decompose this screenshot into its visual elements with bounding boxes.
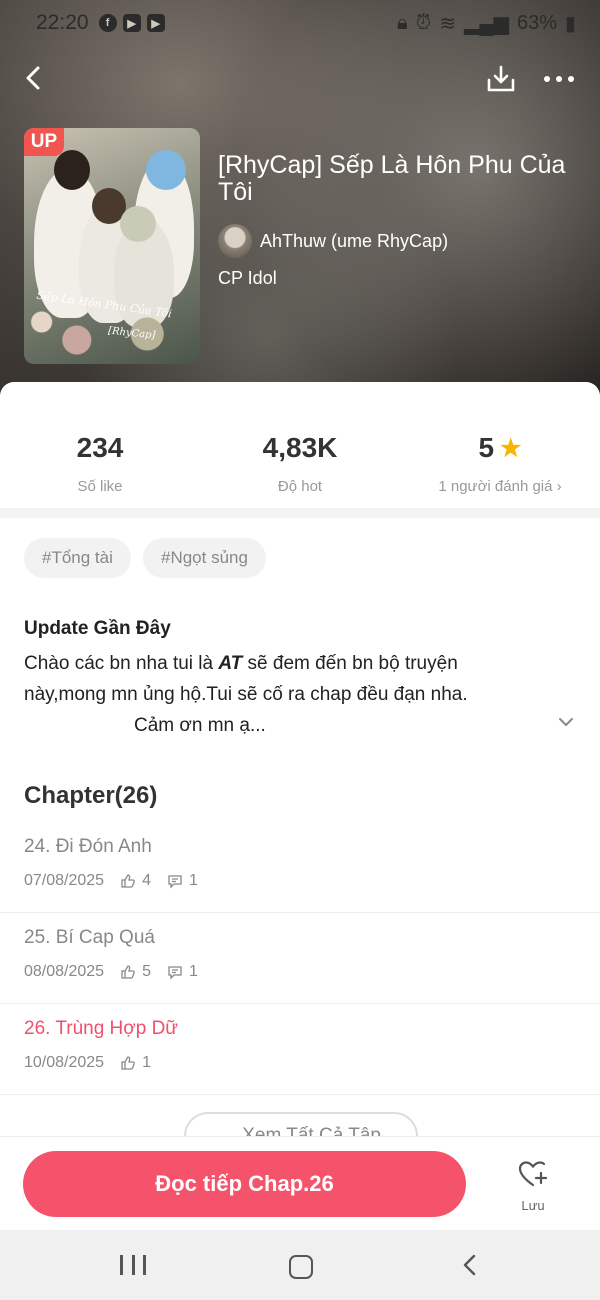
- status-time: 22:20: [36, 11, 89, 34]
- chapters-header: Chapter(26): [24, 782, 158, 809]
- tag-chip[interactable]: #Tổng tài: [24, 538, 131, 578]
- book-cover: Sếp Là Hôn Phu Của Tôi [RhyCap]: [24, 128, 200, 364]
- comment-icon: [168, 875, 182, 889]
- update-title: Update Gần Đây: [24, 618, 171, 639]
- back-icon: [463, 1254, 476, 1276]
- detail-sheet: 234 Số like 4,83K Độ hot 5 ★ 1 người đánh…: [0, 382, 600, 1230]
- update-description: Chào các bn nha tui là AT sẽ đem đến bn …: [24, 653, 468, 736]
- hot-value: 4,83K: [262, 432, 338, 463]
- system-nav-bar: [0, 1230, 600, 1300]
- update-badge: UP: [24, 128, 64, 156]
- status-bar: 22:20 f ▶ ▶ 🔒︎ ⏰︎ ≋ ▂▄▆ 63% ▮: [36, 8, 576, 38]
- book-title: [RhyCap] Sếp Là Hôn Phu Của Tôi: [218, 151, 566, 206]
- category-label[interactable]: CP Idol: [218, 268, 277, 289]
- chapter-row-current[interactable]: 26. Trùng Hợp Dữ 10/08/2025 1: [0, 1004, 600, 1095]
- chapter-date: 08/08/2025: [24, 963, 105, 980]
- comment-icon: [168, 966, 182, 980]
- chapter-title: 25. Bí Cap Quá: [24, 927, 155, 948]
- like-count: 5: [142, 963, 151, 980]
- home-button[interactable]: [289, 1255, 313, 1279]
- battery-icon: ▮: [564, 12, 576, 35]
- comment-count: 1: [188, 872, 198, 889]
- author-name: AhThuw (ume RhyCap): [260, 230, 449, 251]
- save-label: Lưu: [521, 1198, 545, 1213]
- top-nav: [0, 58, 600, 98]
- author-link[interactable]: AhThuw (ume RhyCap): [218, 224, 448, 258]
- chapter-row[interactable]: 24. Đi Đón Anh 07/08/2025 4 1: [0, 822, 600, 913]
- star-icon: ★: [500, 434, 522, 462]
- thumbs-up-icon: [121, 874, 135, 888]
- system-back-button[interactable]: [458, 1252, 482, 1278]
- likes-stat: 234 Số like: [0, 432, 200, 495]
- header-background: 22:20 f ▶ ▶ 🔒︎ ⏰︎ ≋ ▂▄▆ 63% ▮ Sếp Là Hôn…: [0, 0, 600, 420]
- thumbs-up-icon: [121, 1056, 135, 1070]
- continue-reading-button[interactable]: Đọc tiếp Chap.26: [23, 1151, 466, 1217]
- chapter-row[interactable]: 25. Bí Cap Quá 08/08/2025 5 1: [0, 913, 600, 1004]
- signal-icon: ▂▄▆: [464, 12, 509, 35]
- heart-plus-icon: [518, 1161, 548, 1187]
- rating-label: 1 người đánh giá: [438, 478, 553, 495]
- chevron-down-icon: [559, 718, 573, 726]
- save-button[interactable]: Lưu: [510, 1159, 556, 1215]
- bottom-action-bar: Đọc tiếp Chap.26 Lưu: [0, 1136, 600, 1231]
- rating-stat[interactable]: 5 ★ 1 người đánh giá ›: [400, 432, 600, 495]
- facebook-icon: f: [98, 14, 117, 32]
- more-button[interactable]: [542, 62, 576, 96]
- chapter-title: 26. Trùng Hợp Dữ: [24, 1018, 179, 1039]
- hot-label: Độ hot: [277, 478, 323, 495]
- recents-button[interactable]: [120, 1255, 146, 1275]
- alarm-icon: ⏰︎: [415, 11, 432, 34]
- youtube-icon: ▶: [122, 14, 141, 32]
- download-icon: [487, 65, 515, 92]
- youtube-icon: ▶: [146, 14, 165, 32]
- lock-icon: 🔒︎: [397, 11, 408, 34]
- likes-value: 234: [76, 432, 124, 463]
- more-options-icon: [544, 76, 574, 82]
- chapter-date: 07/08/2025: [24, 872, 105, 889]
- rating-value: 5: [478, 432, 495, 463]
- like-count: 4: [142, 872, 151, 889]
- thumbs-up-icon: [121, 965, 135, 979]
- likes-label: Số like: [77, 478, 123, 495]
- back-button[interactable]: [20, 62, 52, 94]
- expand-button[interactable]: [554, 712, 578, 736]
- tag-chip[interactable]: #Ngọt sủng: [143, 538, 266, 578]
- chevron-right-icon: ›: [556, 478, 562, 495]
- chapter-date: 10/08/2025: [24, 1054, 105, 1071]
- download-button[interactable]: [484, 62, 518, 96]
- like-count: 1: [142, 1054, 151, 1071]
- section-divider: [0, 508, 600, 518]
- avatar: [218, 224, 252, 258]
- chevron-left-icon: [26, 66, 40, 90]
- comment-count: 1: [188, 963, 198, 980]
- hot-stat: 4,83K Độ hot: [200, 432, 400, 495]
- chapter-title: 24. Đi Đón Anh: [24, 836, 152, 857]
- battery-percent: 63%: [516, 11, 557, 34]
- wifi-icon: ≋: [439, 12, 457, 35]
